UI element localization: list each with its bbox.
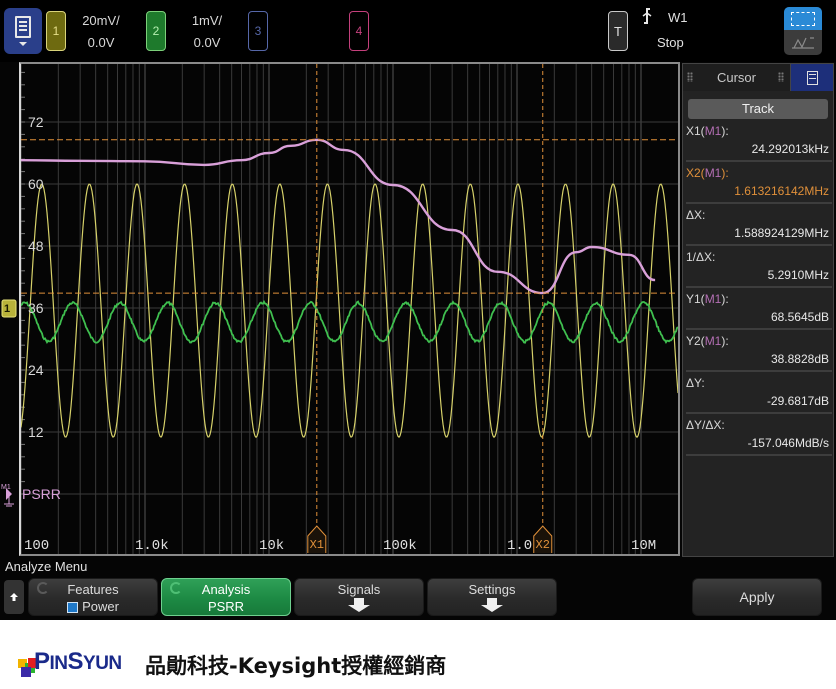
rotate-knob-icon xyxy=(170,582,182,594)
tab-cursor-label: Cursor xyxy=(716,70,756,85)
features-softkey[interactable]: Features Power xyxy=(28,578,158,616)
menu-title: Analyze Menu xyxy=(5,559,88,574)
plot-frame xyxy=(19,62,680,556)
run-state: Stop xyxy=(657,35,684,50)
readout-y1: Y1(M1): 68.5645dB xyxy=(686,290,832,330)
channel-1-offset: 0.0V xyxy=(87,35,115,50)
channel-2-button[interactable]: 2 xyxy=(146,11,166,51)
readout-x2: X2(M1): 1.613216142MHz xyxy=(686,164,832,204)
dropdown-triangle-icon xyxy=(19,42,27,46)
arrow-down-icon xyxy=(481,598,503,612)
channel-2-settings[interactable]: 1mV/ 0.0V xyxy=(182,10,232,54)
readout-label: 1/ΔX: xyxy=(686,250,716,264)
readout-label: ΔY: xyxy=(686,376,705,390)
readout-value: 1.613216142MHz xyxy=(734,184,829,198)
analysis-softkey[interactable]: Analysis PSRR xyxy=(161,578,291,616)
pinsyun-logo: PINSYUN xyxy=(18,645,133,677)
panel-menu-button[interactable] xyxy=(791,64,833,91)
readout-slope: ΔY/ΔX: -157.046MdB/s xyxy=(686,416,832,456)
trigger-source[interactable]: W1 xyxy=(668,10,688,25)
trigger-button[interactable]: T xyxy=(608,11,628,51)
document-menu-icon xyxy=(806,70,818,85)
readout-value: -157.046MdB/s xyxy=(747,436,829,450)
settings-label: Settings xyxy=(468,582,516,597)
math-marker-id: M1 xyxy=(1,484,11,491)
channel-1-scale: 20mV/ xyxy=(82,13,120,28)
top-toolbar: 1 20mV/ 0.0V 2 1mV/ 0.0V 3 4 T W1 Stop xyxy=(0,0,836,62)
marker-label: 1 xyxy=(4,303,10,315)
readout-label: Y2(M1): xyxy=(686,334,729,348)
channel-1-settings[interactable]: 20mV/ 0.0V xyxy=(76,10,126,54)
drag-grip-icon[interactable] xyxy=(687,72,693,82)
channel-4-button[interactable]: 4 xyxy=(349,11,369,51)
checkbox-icon xyxy=(67,601,79,613)
readout-value: 38.8828dB xyxy=(770,352,829,366)
readout-inv: 1/ΔX: 5.2910MHz xyxy=(686,248,832,288)
settings-softkey[interactable]: Settings xyxy=(427,578,557,616)
readout-label: Y1(M1): xyxy=(686,292,729,306)
readout-label: X2(M1): xyxy=(686,166,729,180)
rotate-knob-icon xyxy=(37,582,49,594)
document-menu-icon xyxy=(15,16,31,38)
readout-label: ΔX: xyxy=(686,208,706,222)
oscilloscope-screen: 1 20mV/ 0.0V 2 1mV/ 0.0V 3 4 T W1 Stop X… xyxy=(0,0,836,620)
readout-dx: ΔX: 1.588924129MHz xyxy=(686,206,832,246)
arrow-down-icon xyxy=(348,598,370,612)
signals-softkey[interactable]: Signals xyxy=(294,578,424,616)
channel-1-ground-marker[interactable]: 1 xyxy=(1,299,17,318)
waveform-display[interactable]: X1 X2 72 60 48 36 24 12 100 1.0k 10k 100k 1.0 10M 1 M1… xyxy=(0,62,680,558)
math-ground-marker[interactable]: M1 xyxy=(1,484,14,507)
falling-edge-icon xyxy=(641,8,653,27)
features-value: Power xyxy=(82,599,119,614)
cursor-readouts: X1(M1): 24.292013kHz X2(M1): 1.613216142MHz… xyxy=(686,122,832,458)
track-button[interactable]: Track xyxy=(688,99,828,119)
readout-value: 5.2910MHz xyxy=(767,268,829,282)
drag-grip-icon[interactable] xyxy=(778,72,784,82)
zoom-select-icon[interactable] xyxy=(784,7,822,30)
main-menu-button[interactable] xyxy=(4,8,42,54)
apply-button[interactable]: Apply xyxy=(692,578,822,616)
slogan: 品勛科技-Keysight授權經銷商 xyxy=(145,654,447,678)
tab-cursor[interactable]: Cursor xyxy=(683,64,791,91)
readout-y2: Y2(M1): 38.8828dB xyxy=(686,332,832,372)
zoom-mode-toggle[interactable] xyxy=(784,7,822,55)
waveform-mode-icon[interactable] xyxy=(784,30,822,55)
cursor-panel: Cursor Track X1(M1): 24.292013kHz X2(M1): 1… xyxy=(682,63,834,557)
readout-x1: X1(M1): 24.292013kHz xyxy=(686,122,832,162)
arrow-up-icon xyxy=(10,593,18,601)
readout-value: 24.292013kHz xyxy=(751,142,829,156)
logo-text: PINSYUN xyxy=(34,648,122,675)
readout-dy: ΔY: -29.6817dB xyxy=(686,374,832,414)
menu-up-button[interactable] xyxy=(4,580,24,614)
readout-value: 68.5645dB xyxy=(770,310,829,324)
channel-2-scale: 1mV/ xyxy=(191,13,223,28)
channel-3-button[interactable]: 3 xyxy=(248,11,268,51)
logo-square-blue xyxy=(21,667,31,677)
channel-1-button[interactable]: 1 xyxy=(46,11,66,51)
channel-2-offset: 0.0V xyxy=(193,35,221,50)
readout-value: 1.588924129MHz xyxy=(734,226,829,240)
signals-label: Signals xyxy=(337,582,381,597)
readout-value: -29.6817dB xyxy=(766,394,829,408)
readout-label: X1(M1): xyxy=(686,124,729,138)
analysis-value: PSRR xyxy=(207,599,245,614)
readout-label: ΔY/ΔX: xyxy=(686,418,725,432)
